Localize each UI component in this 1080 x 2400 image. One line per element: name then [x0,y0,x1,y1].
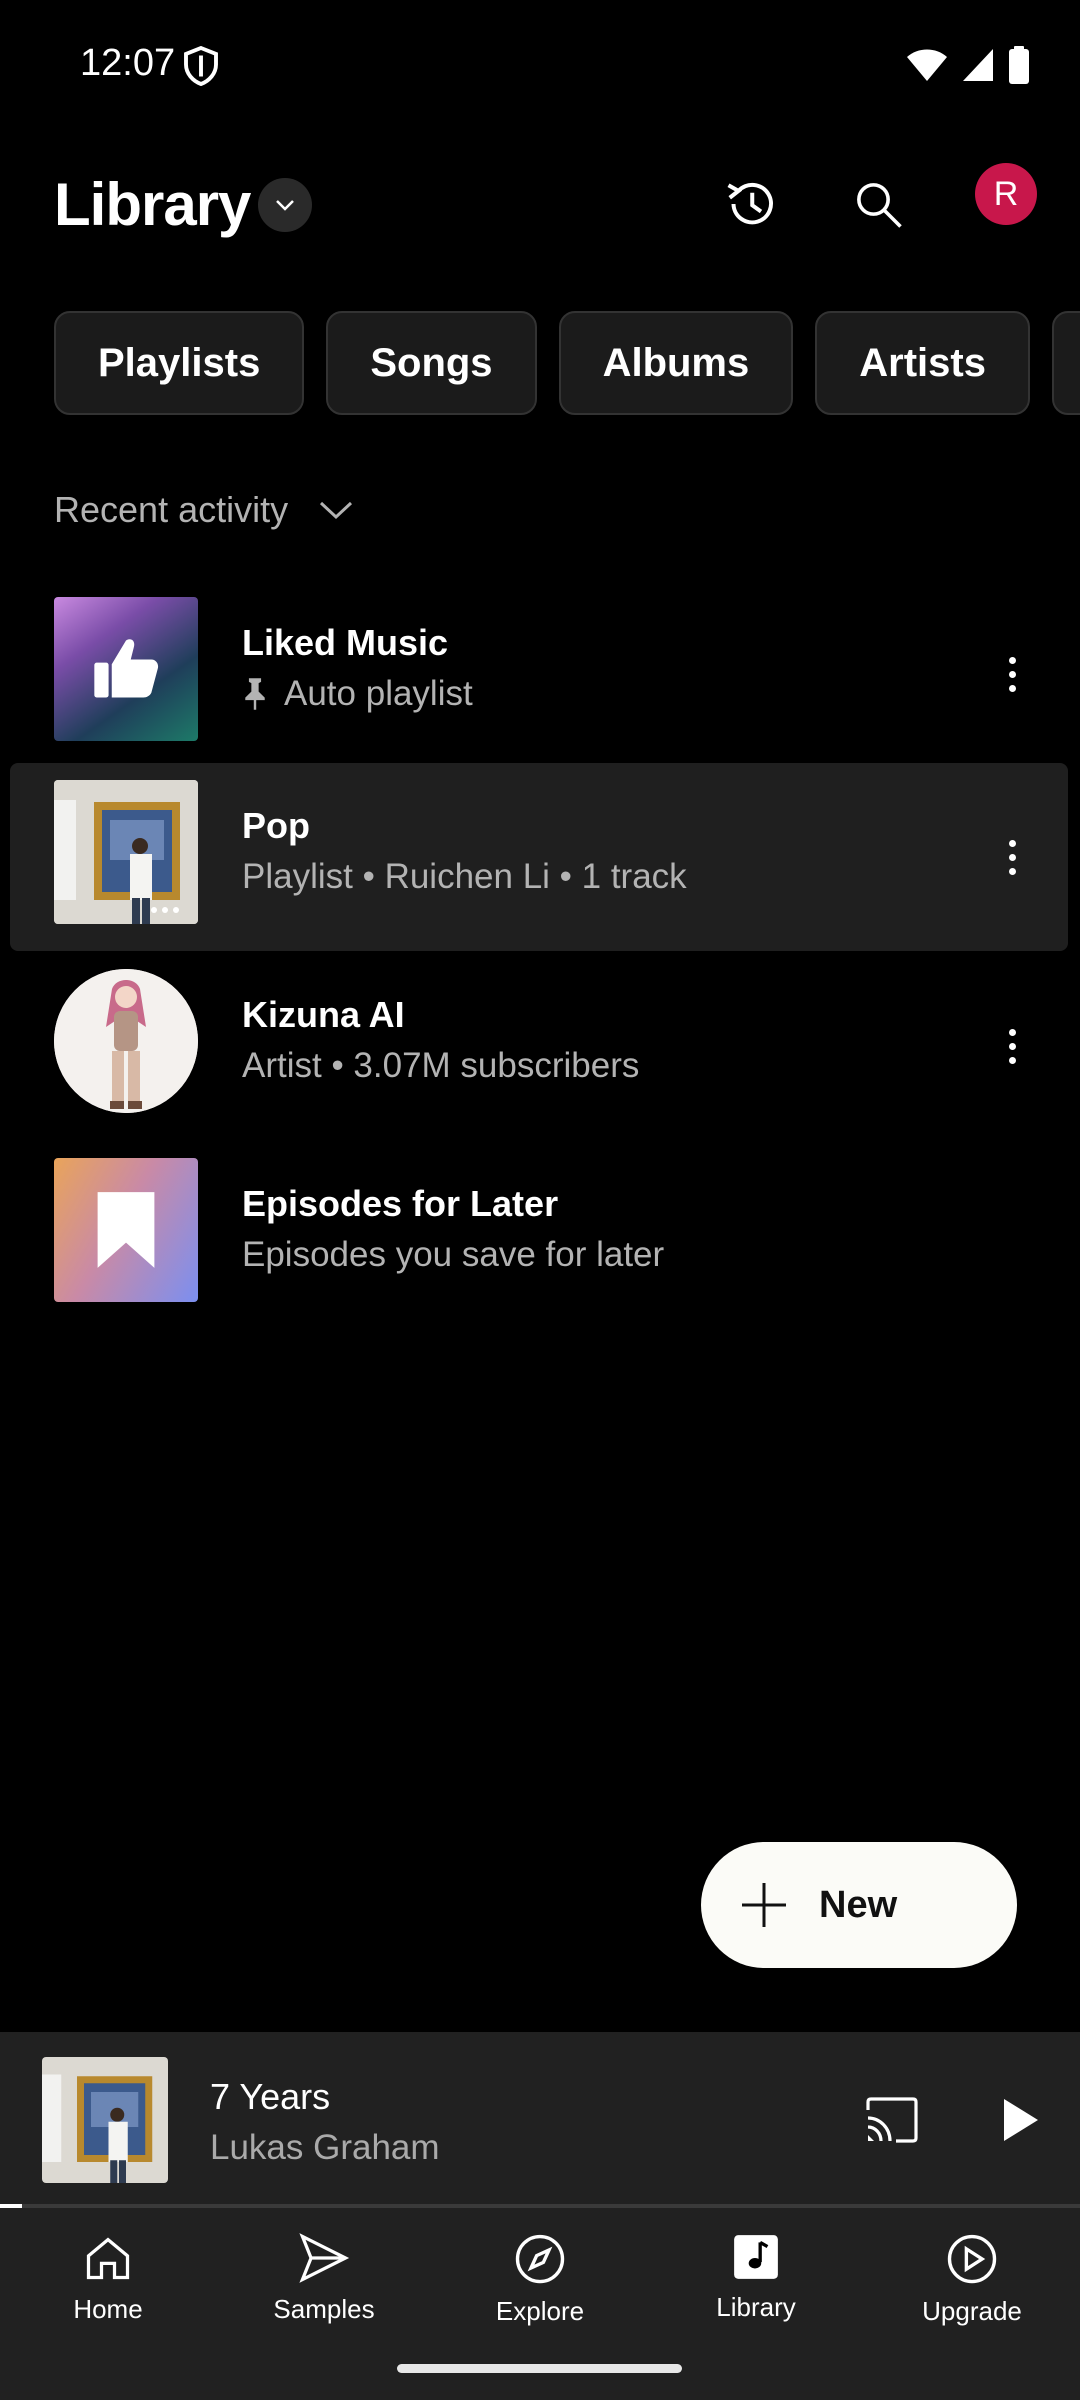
filter-chips: Playlists Songs Albums Artists P [54,311,1080,415]
item-subtitle: Episodes you save for later [242,1235,665,1274]
now-playing-title: 7 Years [210,2076,331,2117]
more-options-button[interactable] [982,1006,1042,1086]
new-button-label: New [819,1883,898,1926]
item-subtitle: Playlist • Ruichen Li • 1 track [242,857,687,896]
status-time: 12:07 [80,42,176,84]
thumbs-up-icon [94,639,159,698]
episodes-thumbnail [54,1158,198,1302]
artist-avatar [54,969,198,1113]
chip-artists[interactable]: Artists [815,311,1030,415]
artist-image [54,969,198,1113]
cast-icon [866,2097,918,2143]
battery-icon [1009,46,1029,84]
new-button[interactable]: New [701,1842,1017,1968]
list-item-pop[interactable]: Pop Playlist • Ruichen Li • 1 track [10,763,1068,951]
upgrade-icon [947,2234,997,2284]
chevron-down-icon [320,501,353,520]
nav-label: Library [716,2292,796,2322]
list-item-episodes-for-later[interactable]: Episodes for Later Episodes you save for… [10,1141,1068,1329]
nav-upgrade[interactable]: Upgrade [864,2208,1080,2400]
nav-home[interactable]: Home [0,2208,216,2400]
play-icon [1004,2099,1038,2141]
signal-icon [963,49,993,81]
play-button[interactable] [980,2080,1060,2160]
nav-label: Samples [273,2294,375,2324]
plus-icon [742,1883,786,1927]
album-art-image [42,2057,168,2183]
explore-icon [515,2234,565,2284]
chip-songs[interactable]: Songs [326,311,537,415]
chip-playlists[interactable]: Playlists [54,311,305,415]
history-icon [727,182,773,225]
chip-podcasts[interactable]: P [1051,311,1080,415]
item-subtitle: Auto playlist [284,674,473,713]
album-art-image [54,780,198,924]
status-bar: 12:07 [0,0,1080,130]
item-subtitle: Artist • 3.07M subscribers [242,1046,640,1085]
history-button[interactable] [711,164,791,244]
wifi-icon [907,49,947,81]
chevron-down-icon [276,200,294,211]
now-playing-thumbnail [42,2057,168,2183]
home-icon [86,2237,130,2280]
mini-player[interactable]: 7 Years Lukas Graham [0,2032,1080,2208]
cast-button[interactable] [852,2080,932,2160]
nav-label: Home [73,2294,143,2324]
item-subtitle-row: Playlist • Ruichen Li • 1 track [242,857,687,897]
more-options-button[interactable] [982,817,1042,897]
item-title: Episodes for Later [242,1183,559,1224]
app-header: Library [0,150,1080,260]
home-indicator [397,2364,682,2373]
page-title: Library [54,171,251,238]
liked-music-thumbnail [54,597,198,741]
avatar[interactable]: R [975,163,1037,225]
samples-icon [299,2233,350,2283]
item-title: Liked Music [242,622,449,663]
item-subtitle-row: Auto playlist [242,674,473,714]
bookmark-icon [97,1192,155,1268]
now-playing-artist: Lukas Graham [210,2128,440,2167]
library-icon [734,2235,778,2279]
sort-label: Recent activity [54,489,289,530]
pin-icon [245,678,265,710]
more-options-button[interactable] [982,634,1042,714]
search-button[interactable] [838,164,918,244]
shield-icon [184,46,218,86]
item-title: Pop [242,805,310,846]
item-subtitle-row: Artist • 3.07M subscribers [242,1046,639,1086]
library-dropdown-button[interactable] [258,178,312,232]
status-icons [906,46,1030,84]
item-subtitle-row: Episodes you save for later [242,1235,664,1275]
search-icon [857,183,902,228]
list-item-kizuna-ai[interactable]: Kizuna AI Artist • 3.07M subscribers [10,952,1068,1140]
sort-dropdown[interactable]: Recent activity [54,480,354,540]
nav-label: Explore [495,2296,585,2326]
nav-label: Upgrade [922,2296,1022,2326]
list-item-liked-music[interactable]: Liked Music Auto playlist [10,580,1068,768]
pop-thumbnail [54,780,198,924]
chip-albums[interactable]: Albums [558,311,794,415]
item-title: Kizuna AI [242,994,405,1035]
